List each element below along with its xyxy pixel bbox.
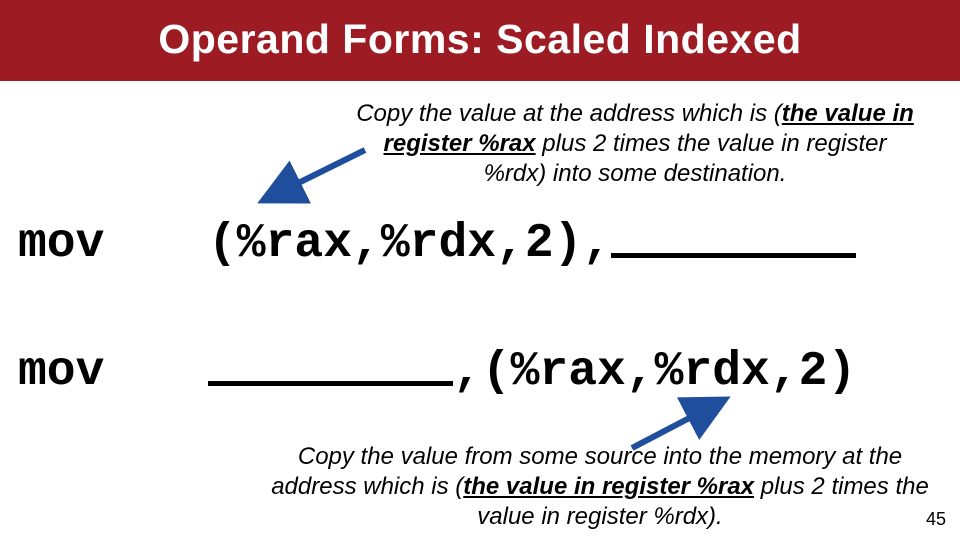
mnemonic-1: mov bbox=[18, 217, 208, 271]
operand-2-right: (%rax,%rdx,2) bbox=[482, 345, 856, 399]
operand-2-comma: , bbox=[453, 345, 482, 399]
blank-1 bbox=[611, 212, 856, 258]
caption-top-post: plus 2 times the value in register %rdx)… bbox=[484, 130, 887, 187]
operand-1-left: (%rax,%rdx,2), bbox=[208, 217, 611, 271]
instruction-row-2: mov ,(%rax,%rdx,2) bbox=[18, 340, 856, 399]
mnemonic-2: mov bbox=[18, 345, 208, 399]
caption-bottom: Copy the value from some source into the… bbox=[255, 442, 945, 532]
caption-top-pre: Copy the value at the address which is ( bbox=[356, 100, 782, 127]
operands-2: ,(%rax,%rdx,2) bbox=[208, 340, 856, 399]
caption-top: Copy the value at the address which is (… bbox=[350, 99, 920, 189]
caption-bottom-underline: the value in register %rax bbox=[463, 473, 754, 500]
slide-title: Operand Forms: Scaled Indexed bbox=[0, 0, 960, 81]
instruction-row-1: mov (%rax,%rdx,2), bbox=[18, 212, 856, 271]
blank-2 bbox=[208, 340, 453, 386]
operands-1: (%rax,%rdx,2), bbox=[208, 212, 856, 271]
page-number: 45 bbox=[926, 509, 946, 530]
